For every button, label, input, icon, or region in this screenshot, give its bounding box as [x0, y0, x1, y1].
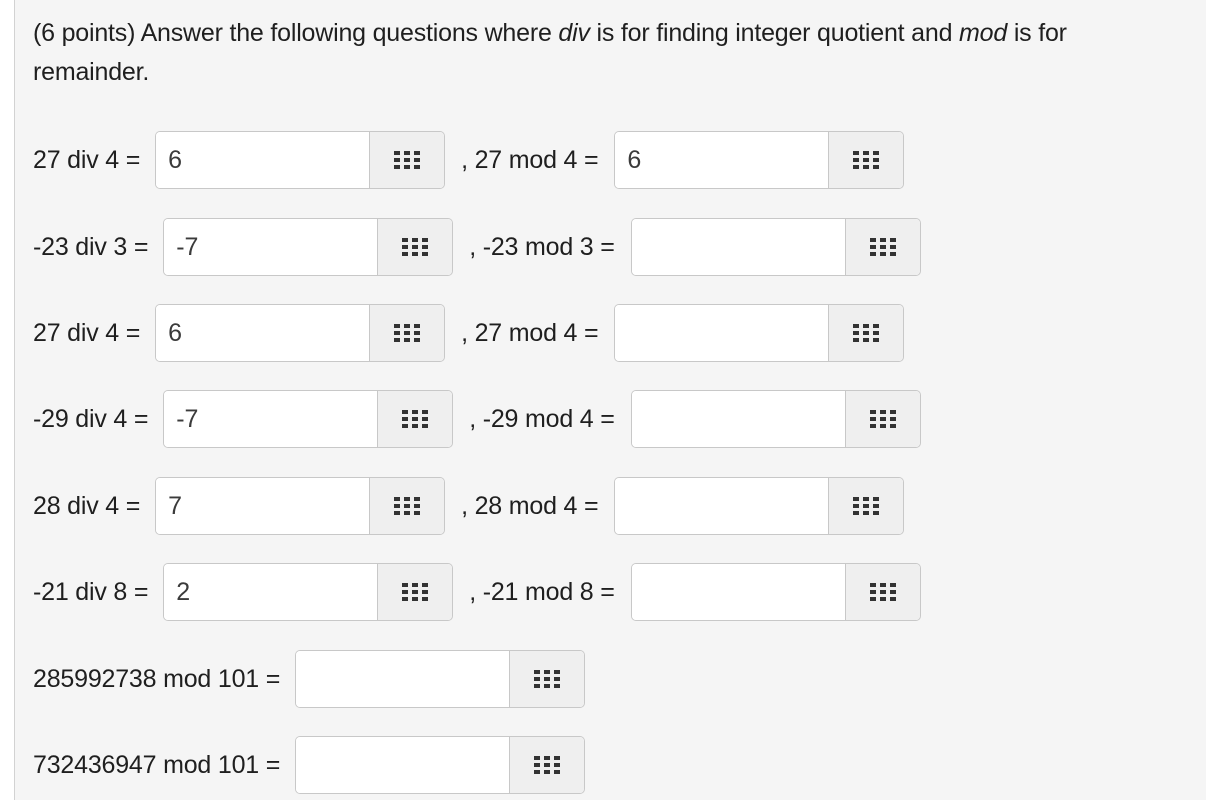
div-answer-field — [155, 304, 446, 362]
mod-answer-field — [614, 131, 905, 189]
question-row: 28 div 4 = , 28 mod 4 = — [33, 477, 905, 535]
mod-label: , -23 mod 3 = — [469, 232, 615, 261]
keypad-grid-icon[interactable] — [844, 391, 920, 447]
mod-label: , -29 mod 4 = — [469, 404, 615, 433]
div-label: 27 div 4 = — [33, 145, 141, 174]
mod-label: , 28 mod 4 = — [461, 491, 599, 520]
mod-label: , 27 mod 4 = — [461, 145, 599, 174]
keypad-grid-icon[interactable] — [828, 478, 904, 534]
mod-answer-field — [614, 304, 905, 362]
mod-answer-field — [630, 390, 921, 448]
div-label: 27 div 4 = — [33, 318, 141, 347]
keypad-grid-icon[interactable] — [377, 564, 453, 620]
div-answer-input[interactable] — [156, 132, 370, 188]
div-label: -23 div 3 = — [33, 232, 149, 261]
keypad-grid-icon[interactable] — [369, 478, 445, 534]
question-row: 732436947 mod 101 = — [33, 736, 586, 794]
div-answer-input[interactable] — [156, 305, 370, 361]
div-answer-field — [155, 131, 446, 189]
keypad-grid-icon[interactable] — [377, 391, 453, 447]
keypad-grid-icon[interactable] — [509, 651, 585, 707]
div-answer-field — [155, 477, 446, 535]
mod-label: , -21 mod 8 = — [469, 577, 615, 606]
keypad-grid-icon[interactable] — [369, 132, 445, 188]
div-answer-input[interactable] — [164, 564, 378, 620]
mod-answer-input[interactable] — [296, 651, 510, 707]
mod-label: 285992738 mod 101 = — [33, 664, 281, 693]
keypad-grid-icon[interactable] — [828, 305, 904, 361]
div-answer-field — [163, 218, 454, 276]
div-answer-input[interactable] — [164, 219, 378, 275]
question-row: -23 div 3 = , -23 mod 3 = — [33, 218, 921, 276]
mod-answer-field — [295, 650, 586, 708]
question-row: -21 div 8 = , -21 mod 8 = — [33, 563, 921, 621]
div-answer-field — [163, 563, 454, 621]
mod-label: 732436947 mod 101 = — [33, 750, 281, 779]
mod-answer-input[interactable] — [631, 391, 845, 447]
keypad-grid-icon[interactable] — [844, 564, 920, 620]
keypad-grid-icon[interactable] — [369, 305, 445, 361]
question-mid: is for finding integer quotient and — [589, 19, 960, 47]
keypad-grid-icon[interactable] — [509, 737, 585, 793]
mod-answer-input[interactable] — [615, 478, 829, 534]
mod-answer-field — [630, 563, 921, 621]
div-answer-input[interactable] — [156, 478, 370, 534]
mod-answer-input[interactable] — [631, 219, 845, 275]
mod-answer-input[interactable] — [615, 132, 829, 188]
mod-answer-field — [614, 477, 905, 535]
keypad-grid-icon[interactable] — [377, 219, 453, 275]
div-answer-field — [163, 390, 454, 448]
question-term-mod: mod — [959, 19, 1008, 47]
div-answer-input[interactable] — [164, 391, 378, 447]
question-term-div: div — [558, 19, 590, 47]
mod-answer-field — [630, 218, 921, 276]
question-text: (6 points) Answer the following question… — [33, 14, 1206, 92]
question-row: 27 div 4 = , 27 mod 4 = — [33, 131, 905, 189]
keypad-grid-icon[interactable] — [844, 219, 920, 275]
mod-answer-input[interactable] — [615, 305, 829, 361]
keypad-grid-icon[interactable] — [828, 132, 904, 188]
mod-answer-input[interactable] — [296, 737, 510, 793]
div-label: -21 div 8 = — [33, 577, 149, 606]
question-row: -29 div 4 = , -29 mod 4 = — [33, 390, 921, 448]
mod-answer-field — [295, 736, 586, 794]
question-line2: remainder. — [33, 58, 150, 86]
div-label: 28 div 4 = — [33, 491, 141, 520]
div-label: -29 div 4 = — [33, 404, 149, 433]
question-row: 285992738 mod 101 = — [33, 650, 586, 708]
question-suffix: is for — [1007, 19, 1067, 47]
mod-answer-input[interactable] — [631, 564, 845, 620]
question-row: 27 div 4 = , 27 mod 4 = — [33, 304, 905, 362]
question-prefix: (6 points) Answer the following question… — [33, 19, 559, 47]
mod-label: , 27 mod 4 = — [461, 318, 599, 347]
